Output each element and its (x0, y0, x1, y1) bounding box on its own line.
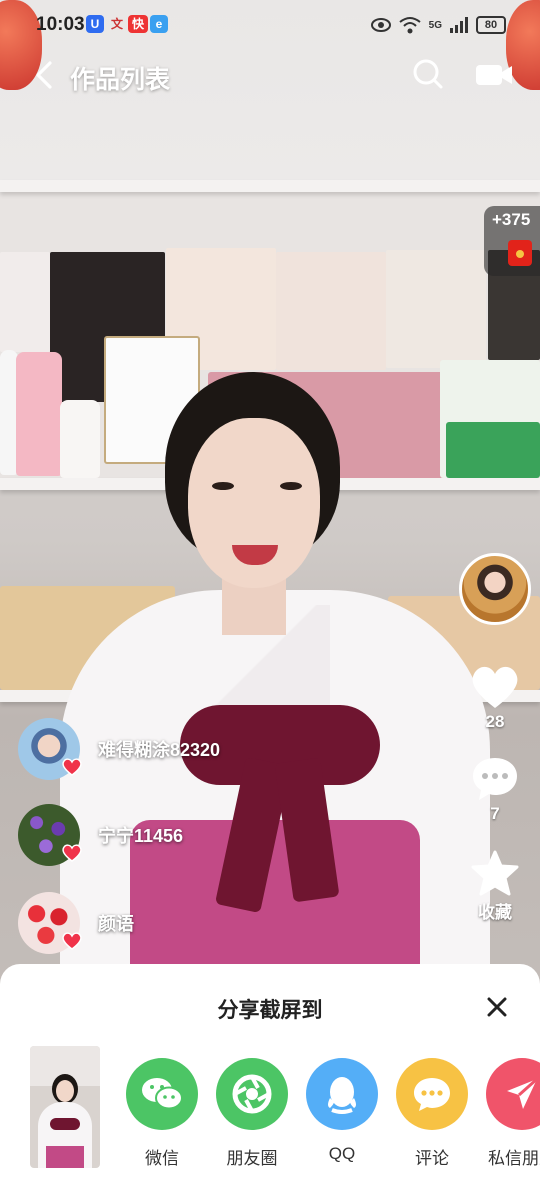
moments-icon (216, 1058, 288, 1130)
eye-icon (370, 18, 391, 32)
comment-count: 7 (490, 804, 500, 823)
share-private-message-label: 私信朋友 (488, 1149, 540, 1168)
status-right: 5G 80 (370, 14, 506, 36)
share-wechat[interactable]: 微信 (117, 1058, 207, 1169)
comment-bubble-icon (473, 758, 517, 800)
fan-name: 难得糊涂82320 (98, 740, 221, 760)
product-box (446, 422, 540, 478)
browser-icon: e (150, 15, 168, 33)
star-icon (471, 850, 519, 896)
poster (276, 252, 386, 370)
favorite-label: 收藏 (478, 903, 512, 922)
share-qq[interactable]: QQ (297, 1058, 387, 1164)
wen-icon: 文 (110, 17, 123, 31)
status-bar: 10:03 U 文 快 e 5G 80 (0, 0, 540, 90)
search-icon[interactable] (412, 58, 444, 90)
send-icon (486, 1058, 540, 1130)
battery-indicator: 80 (476, 16, 506, 34)
red-packet-icon[interactable] (508, 240, 532, 266)
bottle (16, 352, 62, 476)
screenshot-thumbnail[interactable] (30, 1046, 100, 1168)
video-camera-icon[interactable] (474, 60, 514, 90)
chevron-left-icon[interactable] (30, 60, 60, 90)
heart-badge-icon (62, 758, 82, 776)
qq-icon (306, 1058, 378, 1130)
poster (386, 250, 486, 368)
heart-badge-icon (62, 932, 82, 950)
share-private-message[interactable]: 私信朋友 (477, 1058, 540, 1169)
share-sheet-title: 分享截屏到 (217, 999, 323, 1022)
fan-item[interactable]: 难得糊涂82320 (18, 718, 318, 784)
share-qq-label: QQ (328, 1144, 356, 1163)
status-time: 10:03 (36, 14, 85, 35)
share-sheet: 分享截屏到 微信 朋友圈 QQ 评论 私信朋 (0, 964, 540, 1200)
eye (212, 482, 234, 490)
wifi-icon (399, 17, 421, 34)
coin-bonus: +375 (492, 210, 531, 229)
author-avatar[interactable] (459, 553, 531, 625)
eye (280, 482, 302, 490)
wechat-icon (126, 1058, 198, 1130)
share-moments-label: 朋友圈 (226, 1149, 278, 1168)
poster (0, 252, 50, 352)
comment-icon (396, 1058, 468, 1130)
share-moments[interactable]: 朋友圈 (207, 1058, 297, 1169)
fan-item[interactable]: 宁宁11456 (18, 804, 318, 870)
nav-bar: 作品列表 (0, 50, 540, 106)
fan-name: 宁宁11456 (98, 826, 184, 846)
like-count: 28 (485, 712, 505, 731)
fan-name: 颜语 (98, 914, 134, 934)
bottle (60, 400, 100, 478)
like-button[interactable]: 28 (468, 664, 522, 732)
share-comment[interactable]: 评论 (387, 1058, 477, 1169)
share-wechat-label: 微信 (145, 1149, 179, 1168)
u-icon: U (86, 15, 104, 33)
signal-icon (450, 17, 468, 33)
heart-icon (472, 666, 518, 708)
kuai-icon: 快 (128, 15, 148, 33)
close-icon[interactable] (484, 994, 510, 1020)
heart-badge-icon (62, 844, 82, 862)
favorite-button[interactable]: 收藏 (468, 850, 522, 923)
page-title: 作品列表 (70, 66, 171, 94)
fan-item[interactable]: 颜语 (18, 892, 318, 958)
network-label: 5G (428, 19, 442, 31)
share-comment-label: 评论 (415, 1149, 449, 1168)
shelf-board (0, 180, 540, 192)
comment-button[interactable]: 7 (468, 756, 522, 824)
